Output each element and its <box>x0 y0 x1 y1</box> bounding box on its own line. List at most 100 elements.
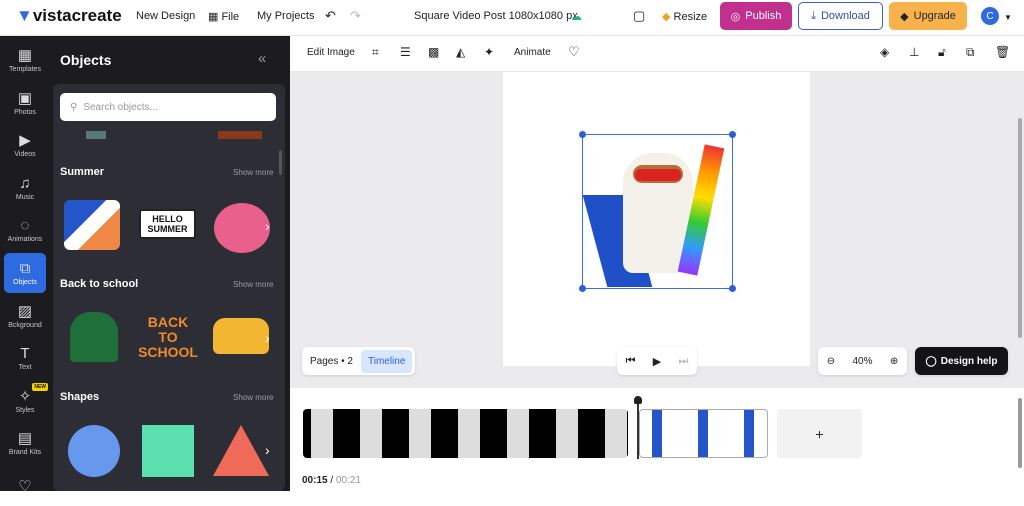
square-shape[interactable] <box>142 425 194 477</box>
layers-icon[interactable]: ◈ <box>880 45 889 59</box>
playhead-handle[interactable] <box>634 396 642 404</box>
pool-float-sticker[interactable] <box>214 203 270 253</box>
adjust-icon[interactable]: ☰ <box>400 45 411 59</box>
new-design-button[interactable]: New Design <box>136 10 195 22</box>
selected-dog-image[interactable] <box>579 131 736 292</box>
crop-icon[interactable]: ⌗ <box>372 45 379 60</box>
zoom-out-icon[interactable]: ⊖ <box>827 356 835 367</box>
timeline-button[interactable]: Timeline <box>360 349 413 373</box>
transparency-icon[interactable]: ▩ <box>428 45 439 59</box>
school-bus-sticker[interactable] <box>213 318 269 354</box>
chat-icon: ◯ <box>925 355 937 367</box>
objects-icon: ⧉ <box>19 259 31 277</box>
sidebar-item-animations[interactable]: ◌ Animations <box>4 210 46 250</box>
lock-icon[interactable]: 🔓︎ <box>938 45 946 60</box>
chevron-down-icon[interactable]: ▼ <box>1004 13 1012 22</box>
partial-thumb[interactable] <box>86 131 106 139</box>
edit-image-button[interactable]: Edit Image <box>307 47 355 58</box>
flip-icon[interactable]: ◭ <box>456 45 465 59</box>
sidebar-item-label: Brand Kits <box>8 448 42 456</box>
undo-icon[interactable]: ↶ <box>325 8 336 24</box>
music-icon: ♫ <box>19 174 31 192</box>
duplicate-icon[interactable]: ⧉ <box>966 45 975 60</box>
download-icon: ⤓ <box>811 9 816 22</box>
gem-icon: ◆ <box>900 10 909 23</box>
timeline-scrollbar[interactable] <box>1018 398 1022 468</box>
sidebar-item-label: Music <box>15 193 35 201</box>
design-help-button[interactable]: ◯ Design help <box>915 347 1008 375</box>
publish-button[interactable]: ◎ Publish <box>720 2 792 30</box>
present-icon[interactable]: ▢ <box>633 8 645 24</box>
pages-control: Pages • 2 Timeline <box>302 347 416 375</box>
show-more-back-to-school[interactable]: Show more <box>233 280 273 289</box>
grid-icon: ▦ <box>208 11 222 23</box>
sidebar-item-bckground[interactable]: ▨ Bckground <box>4 296 46 336</box>
show-more-summer[interactable]: Show more <box>233 168 273 177</box>
sidebar-item-favorites[interactable]: ♡ <box>4 466 46 506</box>
skip-back-icon[interactable]: ⏮︎ <box>626 355 636 368</box>
add-page-button[interactable]: + <box>777 409 862 458</box>
sidebar-item-label: Videos <box>14 150 36 158</box>
student-sticker[interactable] <box>70 312 118 362</box>
animations-icon: ◌ <box>20 216 30 234</box>
zoom-in-icon[interactable]: ⊕ <box>890 356 898 367</box>
timeline-clip-dog[interactable] <box>639 409 768 458</box>
chevron-right-icon[interactable]: › <box>265 330 270 346</box>
document-title[interactable]: Square Video Post 1080x1080 px <box>414 10 578 22</box>
templates-icon: ▦ <box>17 46 33 64</box>
play-icon[interactable]: ▶ <box>653 355 661 368</box>
back-to-school-sticker[interactable]: BACK TO SCHOOL <box>138 308 198 366</box>
workspace-scrollbar[interactable] <box>1018 118 1022 338</box>
sidebar-item-label: Animations <box>7 235 43 243</box>
brand-kits-icon: ▤ <box>17 429 33 447</box>
image-toolbar: Edit Image ⌗ ☰ ▩ ◭ ✦ Animate ♡ ◈ ⊥ 🔓︎ ⧉ … <box>290 36 1024 72</box>
sidebar-item-videos[interactable]: ▶ Videos <box>4 125 46 165</box>
download-button[interactable]: ⤓ Download <box>798 2 883 30</box>
timeline-clip-game-gear[interactable] <box>303 409 628 458</box>
show-more-shapes[interactable]: Show more <box>233 393 273 402</box>
search-input[interactable]: ⚲ Search objects... <box>60 93 276 121</box>
partial-thumb[interactable] <box>218 131 262 139</box>
hello-summer-sticker[interactable]: HELLO SUMMER <box>139 209 196 239</box>
logo[interactable]: ▼vistacreate <box>16 6 122 26</box>
sidebar-item-objects[interactable]: ⧉ Objects <box>4 253 46 293</box>
align-icon[interactable]: ⊥ <box>909 45 919 59</box>
avatar[interactable]: C <box>981 7 999 25</box>
animate-button[interactable]: Animate <box>514 47 551 58</box>
photos-icon: ▣ <box>17 89 33 107</box>
sidebar-item-brand-kits[interactable]: ▤ Brand Kits <box>4 423 46 463</box>
playback-controls: ⏮︎ ▶ ⏭︎ <box>617 347 697 375</box>
sidebar-item-label: Photos <box>14 108 36 116</box>
sidebar-item-styles[interactable]: ✧ Styles NEW <box>4 381 48 421</box>
top-bar: ▼vistacreate New Design ▦ File My Projec… <box>0 0 1024 36</box>
dog-sticker[interactable] <box>64 200 120 250</box>
file-menu[interactable]: ▦ File <box>208 10 239 23</box>
sidebar-item-photos[interactable]: ▣ Photos <box>4 83 46 123</box>
sidebar-item-label: Text <box>18 363 32 371</box>
upgrade-button[interactable]: ◆ Upgrade <box>889 2 967 30</box>
panel-scrollbar[interactable] <box>279 150 282 175</box>
collapse-panel-icon[interactable]: « <box>258 50 266 67</box>
effects-icon[interactable]: ✦ <box>484 45 494 59</box>
trash-icon[interactable]: 🗑︎ <box>995 45 1010 59</box>
sidebar-item-music[interactable]: ♫ Music <box>4 168 46 208</box>
chevron-right-icon[interactable]: › <box>265 218 270 234</box>
sidebar-item-templates[interactable]: ▦ Templates <box>4 40 46 80</box>
new-badge: NEW <box>32 383 48 391</box>
section-title-shapes: Shapes <box>60 391 100 403</box>
redo-icon[interactable]: ↷ <box>350 8 361 24</box>
favorite-icon[interactable]: ♡ <box>568 44 580 60</box>
zoom-level[interactable]: 40% <box>852 356 872 367</box>
circle-shape[interactable] <box>68 425 120 477</box>
sidebar-item-label: Bckground <box>8 321 42 329</box>
sidebar-item-text[interactable]: T Text <box>4 338 46 378</box>
triangle-shape[interactable] <box>213 425 269 476</box>
sidebar-item-label: Styles <box>15 406 35 414</box>
pages-button[interactable]: Pages • 2 <box>302 356 361 367</box>
my-projects-link[interactable]: My Projects <box>257 10 314 22</box>
styles-icon: ✧ <box>18 387 32 405</box>
resize-button[interactable]: ◆ Resize <box>662 10 707 23</box>
skip-forward-icon[interactable]: ⏭︎ <box>678 355 688 368</box>
chevron-right-icon[interactable]: › <box>265 442 270 458</box>
bckground-icon: ▨ <box>17 302 33 320</box>
